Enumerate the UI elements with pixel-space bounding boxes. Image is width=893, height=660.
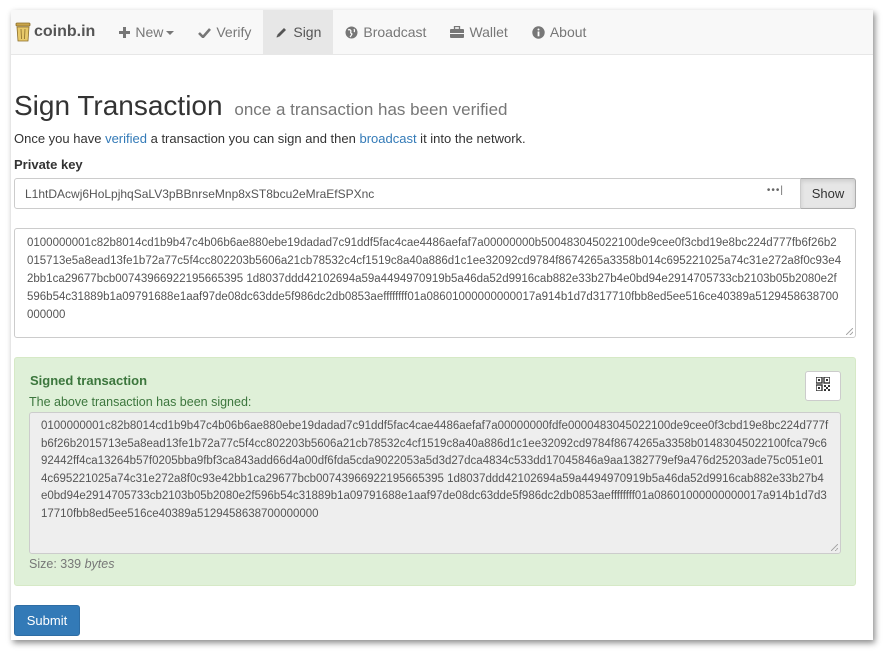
nav-item-new[interactable]: New <box>107 10 186 54</box>
size-unit: bytes <box>84 557 115 571</box>
resize-handle-icon[interactable] <box>831 544 838 551</box>
nav-item-label: Broadcast <box>363 24 427 40</box>
brand[interactable]: coinb.in <box>11 10 107 54</box>
info-icon <box>532 25 545 39</box>
check-icon <box>198 27 212 38</box>
nav-item-label: Verify <box>216 24 252 40</box>
intro-suffix: it into the network. <box>416 131 526 146</box>
navbar: coinb.in New Verify Sign Broadcast Walle… <box>11 10 873 55</box>
plus-icon <box>119 26 131 38</box>
signed-transaction-output[interactable]: 0100000001c82b8014cd1b9b47c4b06b6ae880eb… <box>29 412 841 554</box>
qr-code-button[interactable] <box>805 371 841 401</box>
verified-link[interactable]: verified <box>105 131 147 146</box>
size-value: Size: 339 <box>29 557 85 571</box>
nav-item-label: New <box>135 24 164 40</box>
private-key-label: Private key <box>14 157 83 172</box>
intro-middle: a transaction you can sign and then <box>146 131 360 146</box>
page-title: Sign Transaction once a transaction has … <box>14 90 507 122</box>
nav-item-sign[interactable]: Sign <box>263 10 334 54</box>
broadcast-link[interactable]: broadcast <box>359 131 416 146</box>
globe-icon <box>345 26 358 39</box>
show-key-button[interactable]: Show <box>801 178 856 209</box>
intro-text: Once you have verified a transaction you… <box>14 131 526 146</box>
private-key-input[interactable]: L1htDAcwj6HoLpjhqSaLV3pBBnrseMnp8xST8bcu… <box>14 178 801 209</box>
qrcode-icon <box>815 375 831 396</box>
nav-item-label: Wallet <box>469 24 508 40</box>
nav-item-label: Sign <box>293 24 322 40</box>
trash-can-logo-icon <box>15 22 31 42</box>
nav-item-verify[interactable]: Verify <box>186 10 263 54</box>
pencil-icon <box>275 26 288 39</box>
nav-item-broadcast[interactable]: Broadcast <box>333 10 438 54</box>
resize-handle-icon[interactable] <box>846 328 853 335</box>
private-key-value: L1htDAcwj6HoLpjhqSaLV3pBBnrseMnp8xST8bcu… <box>25 186 375 201</box>
signed-title: Signed transaction <box>30 373 148 388</box>
briefcase-icon <box>450 26 465 38</box>
nav-item-about[interactable]: About <box>520 10 599 54</box>
page-title-text: Sign Transaction <box>14 90 223 121</box>
brand-name: coinb.in <box>34 23 96 40</box>
submit-button[interactable]: Submit <box>14 605 80 636</box>
browser-page: coinb.in New Verify Sign Broadcast Walle… <box>11 10 873 640</box>
signed-transaction-alert: Signed transaction The above transaction… <box>14 357 856 586</box>
intro-prefix: Once you have <box>14 131 106 146</box>
signed-message: The above transaction has been signed: <box>29 395 252 409</box>
caret-down-icon <box>166 31 175 35</box>
signed-hex: 0100000001c82b8014cd1b9b47c4b06b6ae880eb… <box>41 420 829 520</box>
private-key-group: L1htDAcwj6HoLpjhqSaLV3pBBnrseMnp8xST8bcu… <box>14 178 856 209</box>
transaction-input[interactable]: 0100000001c82b8014cd1b9b47c4b06b6ae880eb… <box>14 228 856 338</box>
nav-item-label: About <box>549 24 587 40</box>
nav-item-wallet[interactable]: Wallet <box>438 10 519 54</box>
password-manager-icon[interactable]: •••| <box>767 185 784 196</box>
signed-size: Size: 339 bytes <box>29 557 114 571</box>
page-subtitle: once a transaction has been verified <box>234 100 508 119</box>
transaction-hex: 0100000001c82b8014cd1b9b47c4b06b6ae880eb… <box>27 237 842 321</box>
